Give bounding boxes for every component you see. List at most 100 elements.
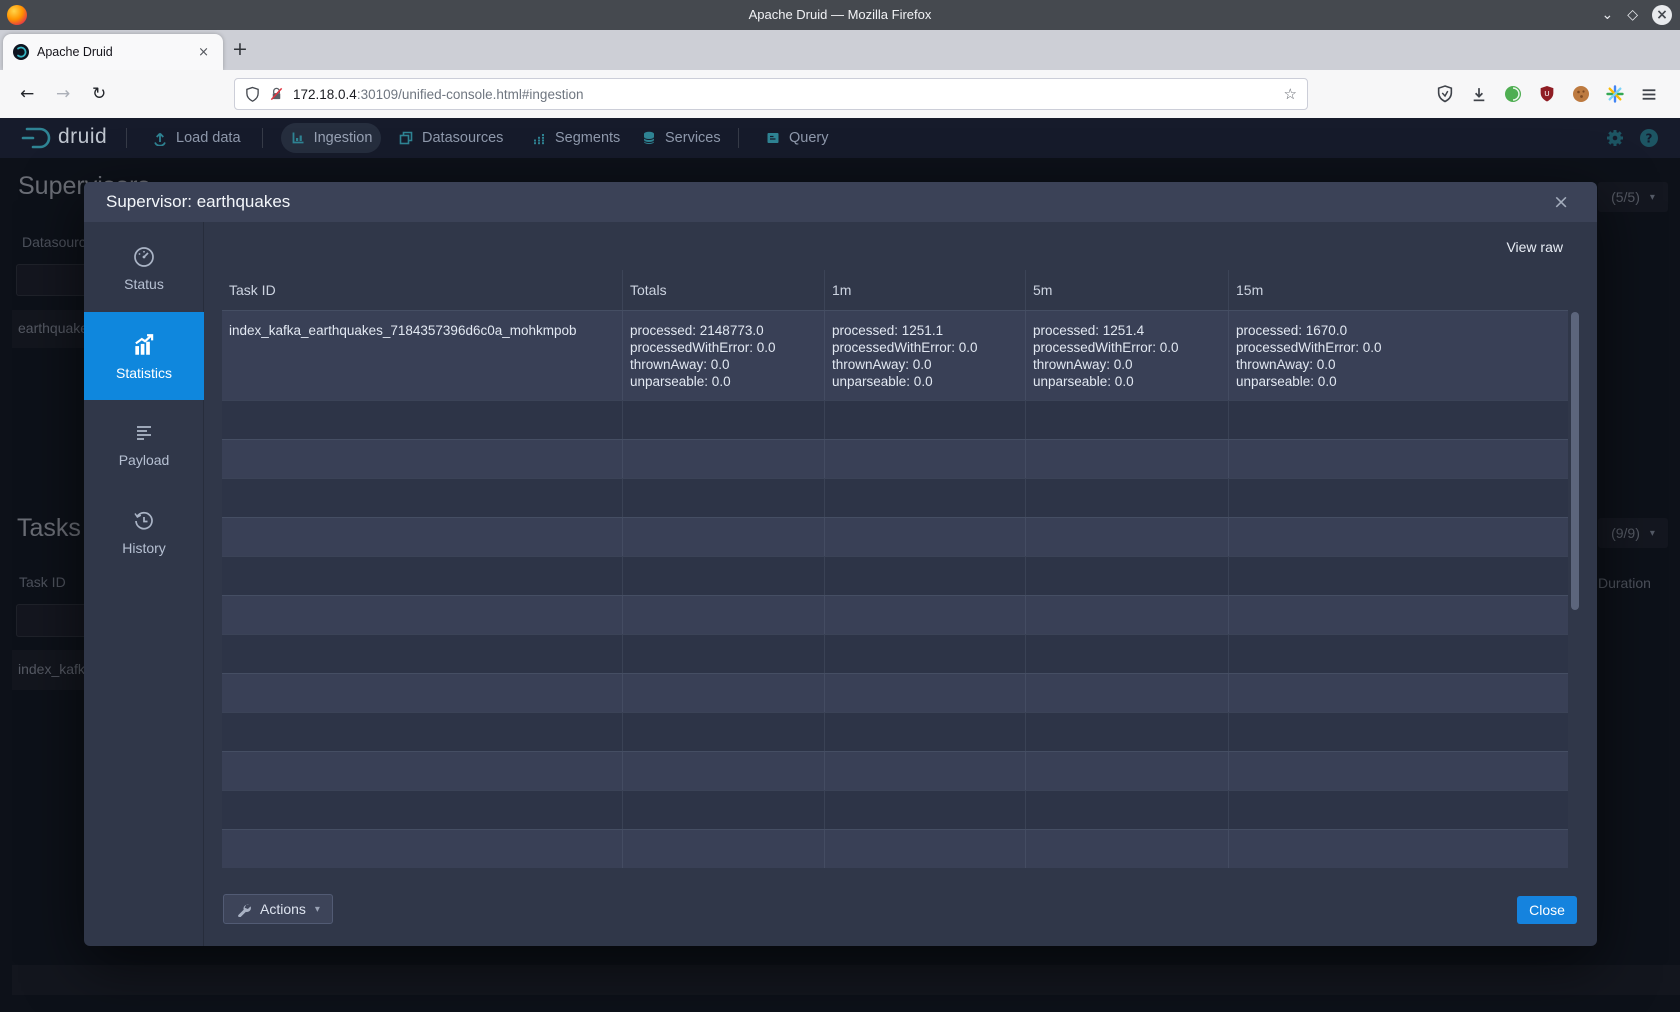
browser-tab[interactable]: Apache Druid × — [3, 34, 223, 70]
tab-statistics[interactable]: Statistics — [84, 312, 204, 400]
task-id-cell: index_kafka_earthquakes_7184357396d6c0a_… — [222, 311, 622, 400]
nav-item-segments[interactable]: Segments — [531, 118, 620, 158]
screen: Apache Druid — Mozilla Firefox ⌄ ◇ × Apa… — [0, 0, 1680, 1012]
nav-item-load-data[interactable]: Load data — [152, 118, 241, 158]
nav-divider — [738, 128, 739, 148]
download-icon[interactable] — [1462, 86, 1496, 103]
nav-item-label: Load data — [176, 130, 241, 146]
shield-icon[interactable] — [245, 86, 260, 103]
table-row-empty — [222, 439, 1568, 478]
col-header-totals: Totals — [622, 270, 824, 310]
tab-favicon-druid-icon — [13, 44, 29, 60]
window-close-icon[interactable]: × — [1652, 5, 1672, 25]
cookie-icon[interactable] — [1564, 85, 1598, 103]
actions-button[interactable]: Actions ▾ — [223, 894, 333, 924]
close-label: Close — [1529, 902, 1565, 918]
url-host: 172.18.0.4 — [293, 87, 357, 102]
stats-table: Task ID Totals 1m 5m 15m index_kafka_ear… — [222, 270, 1568, 868]
stacked-squares-icon — [398, 130, 414, 146]
settings-gear-icon[interactable] — [1605, 128, 1625, 148]
table-row-empty — [222, 517, 1568, 556]
table-row-empty — [222, 478, 1568, 517]
druid-navbar: druid Load data Ingestion Datasources — [0, 118, 1680, 158]
table-row-empty — [222, 634, 1568, 673]
col-header-task-id: Task ID — [222, 270, 622, 310]
table-row-task: index_kafka_earthquakes_7184357396d6c0a_… — [222, 310, 1568, 400]
table-row-empty — [222, 673, 1568, 712]
insecure-lock-icon[interactable] — [269, 86, 284, 102]
url-path: :30109/unified-console.html#ingestion — [357, 87, 584, 102]
table-row-empty — [222, 595, 1568, 634]
druid-logo-icon — [20, 125, 54, 151]
new-tab-button[interactable]: + — [232, 40, 248, 59]
tab-payload[interactable]: Payload — [84, 400, 204, 488]
window-titlebar: Apache Druid — Mozilla Firefox ⌄ ◇ × — [0, 0, 1680, 30]
table-row-empty — [222, 400, 1568, 439]
chart-arrow-icon — [131, 332, 157, 358]
help-icon[interactable]: ? — [1639, 128, 1659, 148]
metrics-5m-cell: processed: 1251.4 processedWithError: 0.… — [1025, 311, 1228, 400]
close-button[interactable]: Close — [1517, 896, 1577, 924]
nav-item-label: Datasources — [422, 130, 503, 146]
reload-button[interactable]: ↻ — [92, 70, 106, 118]
table-row-empty — [222, 790, 1568, 829]
stats-table-body — [222, 400, 1568, 868]
dialog-header: Supervisor: earthquakes × — [84, 182, 1597, 222]
chart-axis-icon — [290, 130, 306, 146]
druid-logo-text[interactable]: druid — [58, 125, 107, 149]
tab-status[interactable]: Status — [84, 224, 204, 312]
nav-item-datasources[interactable]: Datasources — [398, 118, 503, 158]
table-row-empty — [222, 712, 1568, 751]
url-text: 172.18.0.4:30109/unified-console.html#in… — [293, 87, 583, 102]
table-scrollbar-thumb[interactable] — [1571, 312, 1579, 610]
nav-item-label: Segments — [555, 130, 620, 146]
browser-toolbar: ← → ↻ 172.18.0.4:30109/unified-console.h… — [0, 70, 1680, 118]
tab-label: Status — [124, 276, 164, 292]
tab-label: History — [122, 540, 166, 556]
table-row-empty — [222, 829, 1568, 868]
dialog-title: Supervisor: earthquakes — [106, 192, 290, 212]
view-raw-link[interactable]: View raw — [1506, 239, 1563, 255]
dialog-side-menu: Status Statistics — [84, 222, 204, 946]
green-extension-icon[interactable] — [1496, 85, 1530, 103]
totals-cell: processed: 2148773.0 processedWithError:… — [622, 311, 824, 400]
window-title: Apache Druid — Mozilla Firefox — [0, 0, 1680, 30]
protections-shield-icon[interactable] — [1428, 85, 1462, 103]
dialog-close-icon[interactable]: × — [1547, 191, 1575, 214]
console-icon — [765, 130, 781, 146]
minimize-icon[interactable]: ⌄ — [1601, 8, 1613, 22]
nav-item-label: Query — [789, 130, 829, 146]
tab-label: Statistics — [116, 365, 172, 381]
history-clock-icon — [132, 509, 156, 533]
statistics-panel: View raw Task ID Totals 1m 5m 15m index_… — [204, 222, 1597, 946]
svg-text:?: ? — [1646, 132, 1653, 146]
nav-item-query[interactable]: Query — [765, 118, 829, 158]
tab-history[interactable]: History — [84, 488, 204, 576]
pinwheel-extension-icon[interactable] — [1598, 85, 1632, 103]
nav-item-ingestion[interactable]: Ingestion — [281, 123, 381, 153]
upload-icon — [152, 130, 168, 146]
ublock-shield-icon[interactable]: U — [1530, 85, 1564, 103]
maximize-icon[interactable]: ◇ — [1627, 8, 1638, 22]
bookmark-star-icon[interactable]: ☆ — [1284, 85, 1297, 103]
align-left-icon — [132, 421, 156, 445]
actions-label: Actions — [260, 901, 306, 917]
metrics-15m-cell: processed: 1670.0 processedWithError: 0.… — [1228, 311, 1568, 400]
table-header-row: Task ID Totals 1m 5m 15m — [222, 270, 1568, 310]
nav-item-label: Ingestion — [314, 130, 373, 146]
forward-button[interactable]: → — [56, 70, 70, 118]
col-header-15m: 15m — [1228, 270, 1568, 310]
dot-columns-icon — [531, 130, 547, 146]
wrench-icon — [236, 902, 251, 917]
tab-bar: Apache Druid × + — [0, 30, 1680, 70]
nav-item-services[interactable]: Services — [641, 118, 721, 158]
svg-text:U: U — [1544, 89, 1549, 98]
url-bar[interactable]: 172.18.0.4:30109/unified-console.html#in… — [234, 78, 1308, 110]
database-icon — [641, 130, 657, 146]
col-header-5m: 5m — [1025, 270, 1228, 310]
menu-hamburger-icon[interactable] — [1632, 86, 1666, 103]
table-row-empty — [222, 556, 1568, 595]
gauge-icon — [132, 245, 156, 269]
back-button[interactable]: ← — [20, 70, 34, 118]
tab-close-icon[interactable]: × — [194, 43, 213, 62]
